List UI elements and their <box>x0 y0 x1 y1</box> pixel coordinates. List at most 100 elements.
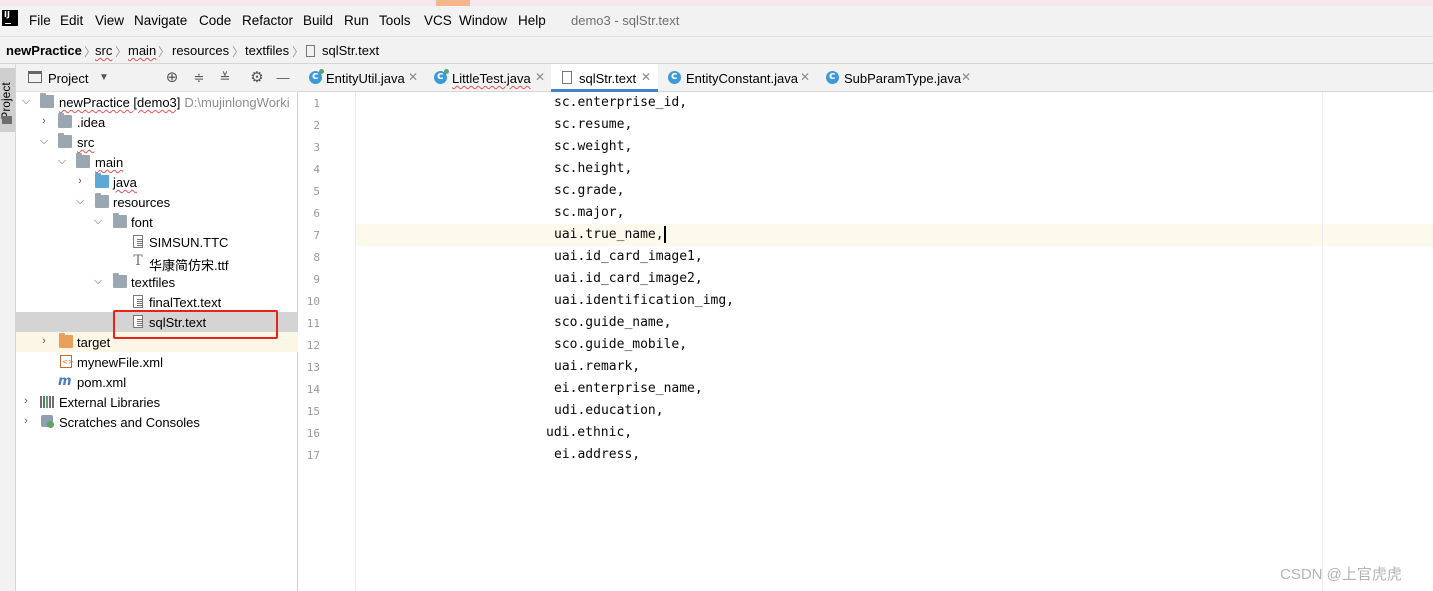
code-line[interactable]: sc.major, <box>554 205 624 220</box>
code-line[interactable]: sc.height, <box>554 161 632 176</box>
tree-item-java[interactable]: › java <box>16 172 298 192</box>
code-line[interactable]: sco.guide_mobile, <box>554 337 687 352</box>
menu-code[interactable]: Code <box>199 13 231 28</box>
tree-item-textfiles[interactable]: ⌵ textfiles <box>16 272 298 292</box>
menu-navigate[interactable]: Navigate <box>134 13 187 28</box>
line-number: 1 <box>313 97 320 110</box>
text-file-icon <box>133 295 143 308</box>
chevron-down-icon[interactable]: ⌵ <box>20 94 32 108</box>
project-panel-title[interactable]: Project <box>48 71 88 86</box>
breadcrumb-main[interactable]: main <box>128 43 156 58</box>
minimize-icon[interactable]: — <box>275 70 291 86</box>
code-line[interactable]: sco.guide_name, <box>554 315 671 330</box>
breadcrumb-textfiles[interactable]: textfiles <box>245 43 289 58</box>
breadcrumb-file[interactable]: sqlStr.text <box>322 43 379 58</box>
code-line[interactable]: uai.id_card_image2, <box>554 271 703 286</box>
chevron-down-icon[interactable]: ⌵ <box>92 274 104 288</box>
collapse-all-icon[interactable]: ≚ <box>217 70 233 86</box>
close-icon[interactable]: ✕ <box>535 70 545 84</box>
code-line[interactable]: uai.remark, <box>554 359 640 374</box>
menu-build[interactable]: Build <box>303 13 333 28</box>
menu-window[interactable]: Window <box>459 13 507 28</box>
chevron-right-icon[interactable]: › <box>20 394 32 408</box>
line-number: 9 <box>313 273 320 286</box>
chevron-down-icon[interactable]: ⌵ <box>38 134 50 148</box>
tree-item-label: SIMSUN.TTC <box>149 235 229 250</box>
code-line[interactable]: uai.identification_img, <box>554 293 734 308</box>
tree-item-pom[interactable]: m pom.xml <box>16 372 298 392</box>
folder-icon <box>58 133 72 148</box>
breadcrumb-separator-icon: 〉 <box>158 45 171 59</box>
gear-icon[interactable]: ⚙ <box>249 70 265 86</box>
tree-item-newpractice[interactable]: ⌵ newPractice [demo3] D:\mujinlongWorki <box>16 92 298 112</box>
code-line[interactable]: udi.ethnic, <box>546 425 632 440</box>
line-number: 13 <box>306 361 320 374</box>
menu-edit[interactable]: Edit <box>60 13 83 28</box>
close-icon[interactable]: ✕ <box>641 70 651 84</box>
code-line[interactable]: udi.education, <box>554 403 664 418</box>
line-number: 16 <box>306 427 320 440</box>
chevron-right-icon[interactable]: › <box>38 114 50 128</box>
text-file-icon <box>562 71 572 84</box>
tab-entityutil[interactable]: EntityUtil.java ✕ <box>298 64 425 92</box>
code-line[interactable]: sc.enterprise_id, <box>554 95 687 110</box>
tab-sqlstr[interactable]: sqlStr.text ✕ <box>551 64 658 92</box>
breadcrumb-project[interactable]: newPractice <box>6 43 82 58</box>
line-number: 17 <box>306 449 320 462</box>
breadcrumb-src[interactable]: src <box>95 43 112 58</box>
project-panel-header: Project ▼ ⊕ ≑ ≚ ⚙ — <box>16 64 298 92</box>
code-line[interactable]: sc.grade, <box>554 183 624 198</box>
tree-item-scratches[interactable]: › Scratches and Consoles <box>16 412 298 432</box>
expand-all-icon[interactable]: ≑ <box>191 70 207 86</box>
chevron-right-icon[interactable]: › <box>74 174 86 188</box>
code-line[interactable]: sc.resume, <box>554 117 632 132</box>
close-icon[interactable]: ✕ <box>961 70 971 84</box>
close-icon[interactable]: ✕ <box>800 70 810 84</box>
editor-tab-bar: EntityUtil.java ✕ LittleTest.java ✕ sqlS… <box>298 64 1433 92</box>
menu-file[interactable]: File <box>29 13 51 28</box>
chevron-down-icon[interactable]: ⌵ <box>74 194 86 208</box>
chevron-down-icon[interactable]: ▼ <box>96 70 112 86</box>
code-line[interactable]: ei.enterprise_name, <box>554 381 703 396</box>
folder-icon <box>76 153 90 168</box>
chevron-down-icon[interactable]: ⌵ <box>56 154 68 168</box>
menu-vcs[interactable]: VCS <box>424 13 452 28</box>
tree-item-huakang-font[interactable]: T 华康简仿宋.ttf <box>16 252 298 273</box>
locate-icon[interactable]: ⊕ <box>164 70 180 86</box>
breadcrumb: newPractice 〉 src 〉 main 〉 resources 〉 t… <box>0 36 1433 64</box>
code-line[interactable]: ei.address, <box>554 447 640 462</box>
tree-item-resources[interactable]: ⌵ resources <box>16 192 298 212</box>
menu-refactor[interactable]: Refactor <box>242 13 293 28</box>
menu-view[interactable]: View <box>95 13 124 28</box>
title-stripe-accent <box>436 0 470 6</box>
tree-item-font[interactable]: ⌵ font <box>16 212 298 232</box>
menu-tools[interactable]: Tools <box>379 13 411 28</box>
code-line[interactable]: uai.id_card_image1, <box>554 249 703 264</box>
tree-item-finaltext[interactable]: finalText.text <box>16 292 298 312</box>
tab-entityconstant[interactable]: EntityConstant.java ✕ <box>658 64 816 92</box>
current-line-highlight <box>298 224 1433 246</box>
menu-help[interactable]: Help <box>518 13 546 28</box>
tree-item-label: newPractice [demo3] D:\mujinlongWorki <box>59 95 290 110</box>
chevron-right-icon[interactable]: › <box>38 334 50 348</box>
tab-subparamtype[interactable]: SubParamType.java ✕ <box>816 64 976 92</box>
folder-icon <box>2 116 12 124</box>
tree-item-main[interactable]: ⌵ main <box>16 152 298 172</box>
tab-littletest[interactable]: LittleTest.java ✕ <box>425 64 551 92</box>
chevron-down-icon[interactable]: ⌵ <box>92 214 104 228</box>
breadcrumb-resources[interactable]: resources <box>172 43 229 58</box>
code-editor[interactable]: 1 2 3 4 5 6 7 8 9 10 11 12 13 14 15 16 17 sc.enterprise_… <box>298 92 1433 591</box>
intellij-logo-icon[interactable]: IJ <box>2 10 18 26</box>
tree-item-idea[interactable]: › .idea <box>16 112 298 132</box>
chevron-right-icon[interactable]: › <box>20 414 32 428</box>
tree-item-simsun[interactable]: SIMSUN.TTC <box>16 232 298 252</box>
tree-item-src[interactable]: ⌵ src <box>16 132 298 152</box>
close-icon[interactable]: ✕ <box>408 70 418 84</box>
code-line[interactable]: uai.true_name, <box>554 227 664 242</box>
title-stripe <box>0 0 1433 6</box>
java-class-icon <box>668 69 681 84</box>
code-line[interactable]: sc.weight, <box>554 139 632 154</box>
tree-item-external-libraries[interactable]: › External Libraries <box>16 392 298 412</box>
menu-run[interactable]: Run <box>344 13 369 28</box>
tree-item-mynewfile[interactable]: mynewFile.xml <box>16 352 298 372</box>
